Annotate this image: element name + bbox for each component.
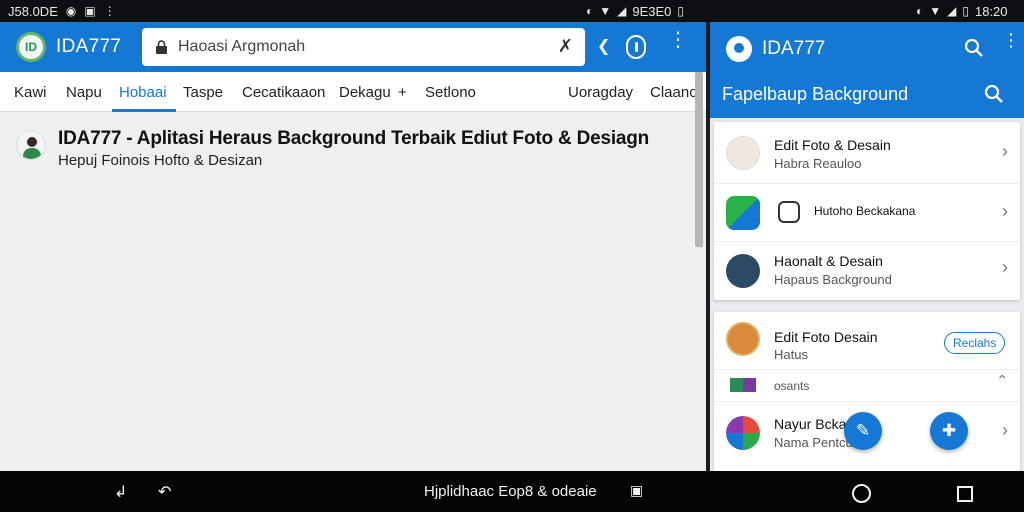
tab-setlono[interactable]: Setlono xyxy=(425,84,476,101)
app-subtitle: Fapelbaup Background xyxy=(722,84,909,104)
browser-toolbar: ID IDA777 ✗ ❮ ⋮ xyxy=(0,22,706,72)
category-tabs: Kawi Napu Hobaai Taspe Cecatikaaon Dekag… xyxy=(0,72,706,112)
status-text-left: J58.0DE xyxy=(8,3,58,19)
avatar[interactable] xyxy=(16,130,46,160)
search-icon[interactable] xyxy=(962,36,986,60)
add-tab-button[interactable]: + xyxy=(398,84,407,101)
app-logo-icon[interactable] xyxy=(726,36,752,62)
result-subtitle: Hepuj Foinois Hofto & Desizan xyxy=(58,152,263,169)
feature-card: Edit Foto & Desain Habra Reauloo › Hutoh… xyxy=(714,122,1020,300)
tab-uoragday[interactable]: Uoragday xyxy=(568,84,633,101)
home-button[interactable] xyxy=(852,484,871,503)
clear-url-icon[interactable]: ✗ xyxy=(558,36,573,57)
list-item-subtitle: Nama Pentcu xyxy=(774,435,853,450)
list-item-title: Haonalt & Desain xyxy=(774,253,883,269)
chevron-right-icon: › xyxy=(1002,257,1008,277)
edit-fab-button[interactable]: ✎ xyxy=(844,412,882,450)
list-item[interactable]: osants ⌃ xyxy=(714,370,1020,402)
app-title: IDA777 xyxy=(56,36,122,57)
camera-icon: ▣ xyxy=(84,4,96,18)
app-pane: IDA777 ⋮ Fapelbaup Background Edit Foto … xyxy=(710,22,1024,471)
chevron-right-icon: › xyxy=(1002,201,1008,221)
tab-napu[interactable]: Napu xyxy=(66,84,102,101)
list-item-subtitle: Habra Reauloo xyxy=(774,156,862,171)
chevron-left-icon[interactable]: ❮ xyxy=(597,36,610,56)
signal-icon: ◢ xyxy=(617,4,627,18)
navbar-caption: Hjplidhaac Eop8 & odeaie xyxy=(424,483,597,500)
list-item-subtitle: Hatus xyxy=(774,347,808,362)
chevron-right-icon: › xyxy=(1002,141,1008,161)
lock-icon xyxy=(156,40,167,54)
list-item-title: Edit Foto & Desain xyxy=(774,137,891,153)
app-header-title: IDA777 xyxy=(762,38,826,59)
wifi-icon: ▼ xyxy=(599,4,612,18)
list-item-title: Nayur Bcka xyxy=(774,416,847,432)
list-item[interactable]: Hutoho Beckakana › xyxy=(714,184,1020,242)
status-clock-b: 18:20 xyxy=(974,3,1008,19)
shield-icon[interactable] xyxy=(626,35,646,59)
list-item-title: Edit Foto Desain xyxy=(774,329,878,345)
avatar xyxy=(726,322,760,356)
system-navigation-bar: ↲ ↶ Hjplidhaac Eop8 & odeaie ▣ xyxy=(0,471,1024,512)
search-icon[interactable] xyxy=(982,82,1006,106)
tab-dekagu[interactable]: Dekagu xyxy=(339,84,391,101)
app-logo-icon[interactable]: ID xyxy=(16,32,46,62)
more-vert-icon: ⋮ xyxy=(103,4,116,18)
list-item[interactable]: Haonalt & Desain Hapaus Background › xyxy=(714,242,1020,300)
more-vert-icon[interactable]: ⋮ xyxy=(668,30,688,50)
chevron-right-icon: › xyxy=(1002,420,1008,440)
grid-icon xyxy=(730,378,756,392)
list-item[interactable]: Edit Foto & Desain Habra Reauloo › xyxy=(714,122,1020,184)
back-gesture-icon[interactable]: ↲ xyxy=(114,482,127,502)
app-header: IDA777 ⋮ Fapelbaup Background xyxy=(710,22,1024,118)
alarm-icon: ◐ xyxy=(916,4,924,18)
list-item-title: Hutoho Beckakana xyxy=(814,204,916,218)
screenshot-icon[interactable]: ▣ xyxy=(630,482,643,499)
list-item[interactable]: Edit Foto Desain Hatus Reclahs xyxy=(714,312,1020,370)
tab-claano[interactable]: Claano xyxy=(650,84,698,101)
url-input[interactable] xyxy=(178,34,538,60)
status-bar: J58.0DE ◉ ▣ ⋮ ◐ ▼ ◢ 9E3E0 ▯ ◐ ▼ ◢ ▯ 18:2… xyxy=(0,0,1024,22)
avatar xyxy=(726,254,760,288)
tab-kawi[interactable]: Kawi xyxy=(14,84,47,101)
avatar xyxy=(726,136,760,170)
battery-icon: ▯ xyxy=(677,4,685,18)
add-fab-button[interactable]: ✚ xyxy=(930,412,968,450)
tab-taspe[interactable]: Taspe xyxy=(183,84,223,101)
list-item-subtitle: Hapaus Background xyxy=(774,272,892,287)
status-clock-a: 9E3E0 xyxy=(632,3,672,19)
status-badge[interactable]: Reclahs xyxy=(944,332,1006,354)
eye-icon: ◉ xyxy=(65,4,77,18)
wifi-icon: ▼ xyxy=(929,4,942,18)
browser-pane: ID IDA777 ✗ ❮ ⋮ Kawi Napu Hobaai Taspe C… xyxy=(0,22,706,471)
more-vert-icon[interactable]: ⋮ xyxy=(1002,31,1020,49)
list-item-subtitle: osants xyxy=(774,379,810,393)
scrollbar[interactable] xyxy=(695,72,703,247)
undo-icon[interactable]: ↶ xyxy=(158,482,171,502)
alarm-icon: ◐ xyxy=(586,4,594,18)
chevron-up-icon: ⌃ xyxy=(996,372,1008,388)
tab-hobaai[interactable]: Hobaai xyxy=(119,84,167,101)
result-title-link[interactable]: IDA777 - Aplitasi Heraus Background Terb… xyxy=(58,128,649,150)
recents-button[interactable] xyxy=(957,486,973,502)
active-tab-indicator xyxy=(112,109,176,112)
signal-icon: ◢ xyxy=(947,4,957,18)
battery-icon: ▯ xyxy=(962,4,969,18)
colorful-logo-icon xyxy=(726,416,760,450)
address-bar[interactable]: ✗ xyxy=(142,28,585,66)
brand-logo-icon xyxy=(726,196,760,230)
tab-cecatikaaon[interactable]: Cecatikaaon xyxy=(242,84,325,101)
instagram-icon xyxy=(778,201,800,223)
